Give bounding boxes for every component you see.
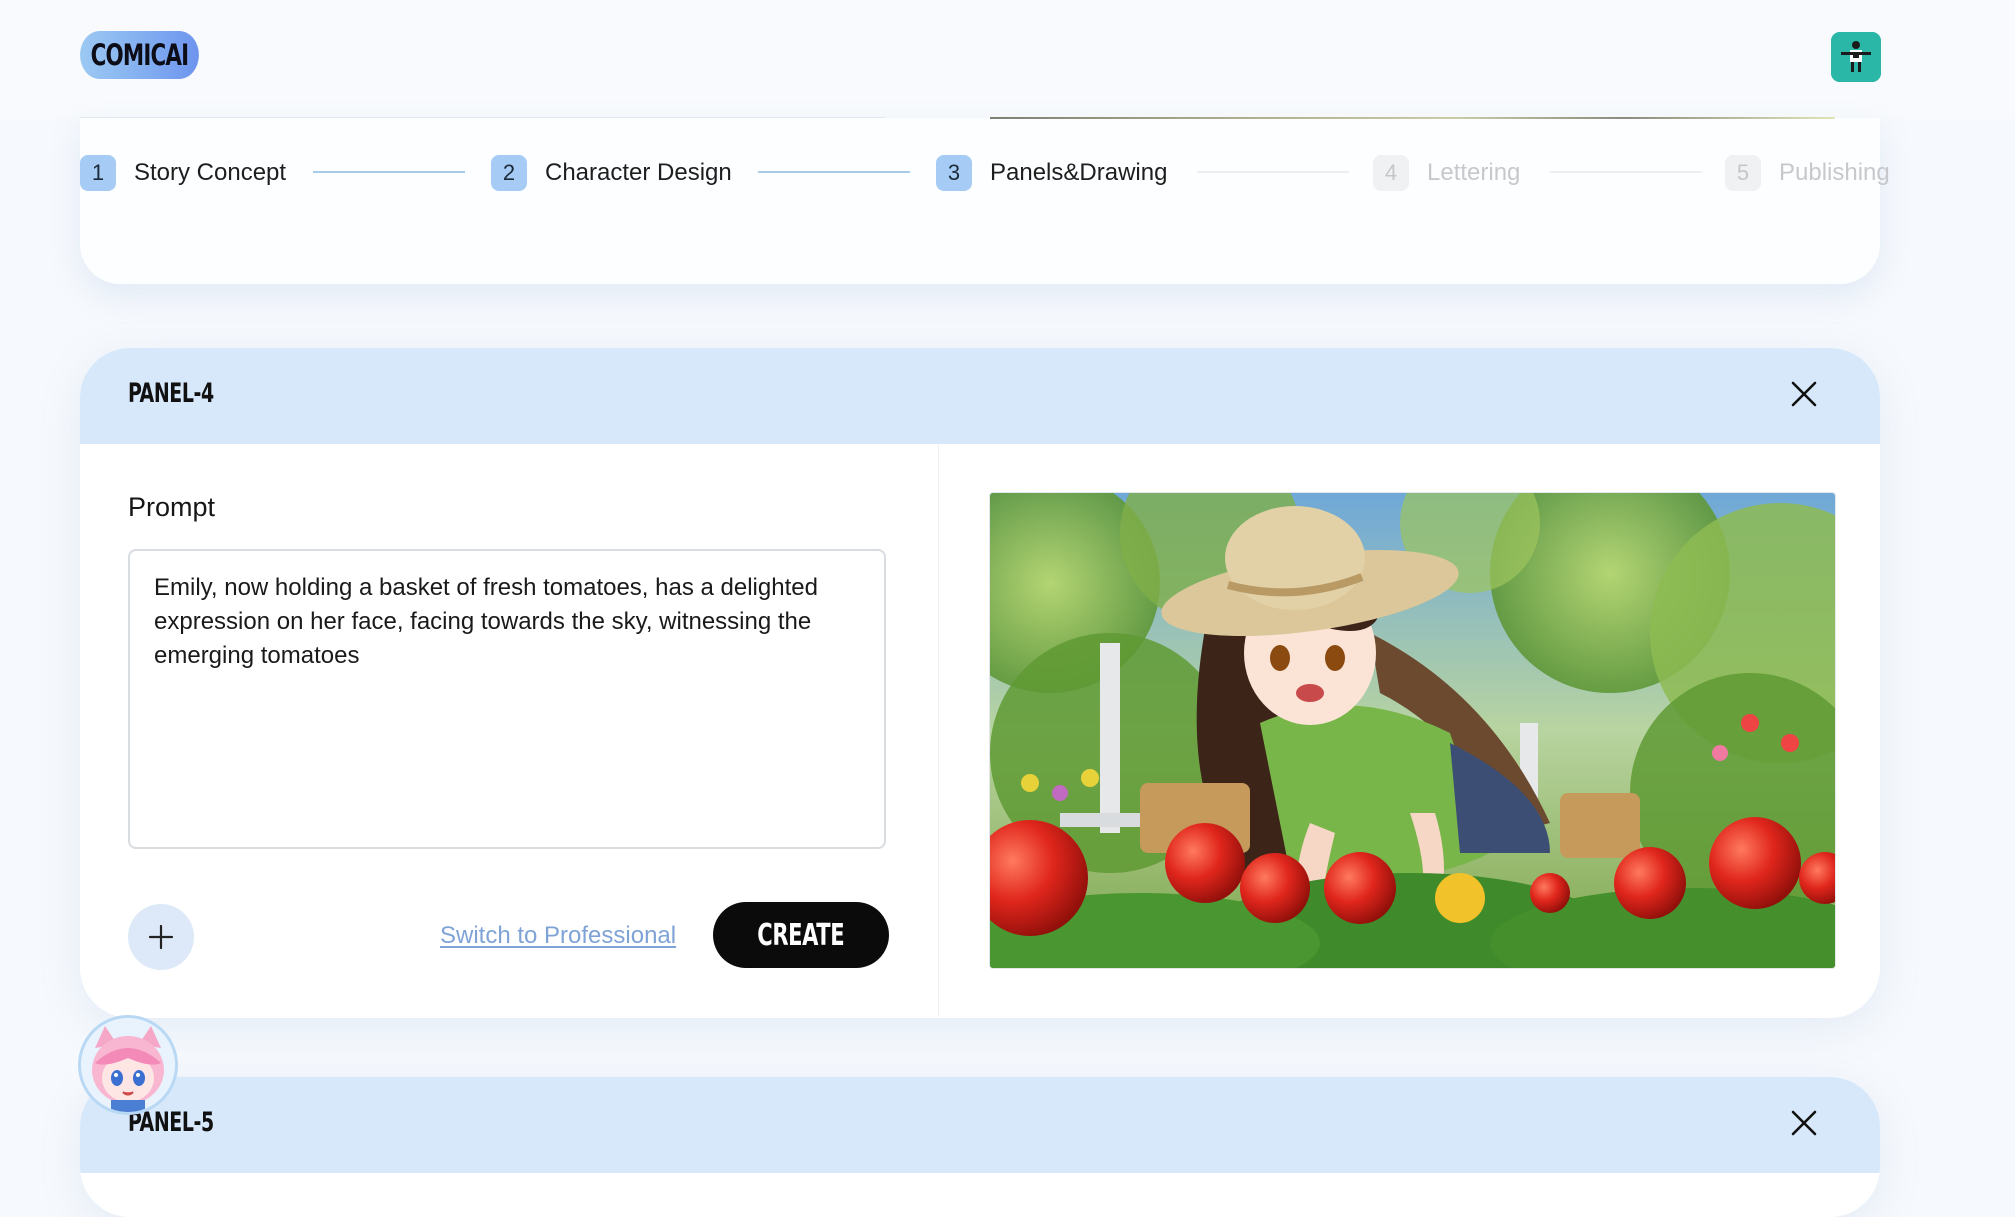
stepper-divider — [80, 117, 885, 118]
panel-generated-image[interactable] — [989, 492, 1836, 969]
step-connector — [1550, 171, 1702, 173]
step-label: Lettering — [1427, 158, 1521, 186]
step-label: Panels&Drawing — [990, 158, 1168, 186]
panel-5-header: PANEL-5 — [80, 1077, 1880, 1173]
switch-to-professional-link[interactable]: Switch to Professional — [440, 922, 676, 950]
step-label: Publishing — [1779, 158, 1890, 186]
step-number: 3 — [936, 154, 972, 191]
plus-icon — [148, 924, 174, 950]
panel-4-card: PANEL-4 Prompt Switch to Professional CR… — [80, 348, 1880, 1018]
step-connector — [1197, 171, 1349, 173]
add-button[interactable] — [128, 904, 194, 970]
step-number: 5 — [1725, 154, 1761, 191]
step-number: 1 — [80, 154, 116, 191]
step-panels-drawing[interactable]: 3 Panels&Drawing — [936, 154, 1167, 191]
prompt-label: Prompt — [128, 492, 216, 522]
panel-divider — [938, 444, 939, 1016]
prompt-textarea[interactable] — [128, 549, 886, 849]
step-number: 2 — [491, 154, 527, 191]
panel-title: PANEL-4 — [128, 378, 214, 409]
step-connector — [758, 171, 910, 173]
mascot-avatar-icon[interactable] — [78, 1015, 178, 1115]
step-connector — [313, 171, 465, 173]
panel-5-card: PANEL-5 — [80, 1077, 1880, 1217]
anime-girl-tomato-garden-illustration — [990, 493, 1835, 968]
create-button[interactable]: CREATE — [713, 902, 889, 968]
close-icon[interactable] — [1784, 374, 1824, 414]
step-label: Character Design — [545, 158, 732, 186]
step-number: 4 — [1373, 154, 1409, 191]
app-logo[interactable]: COMICAI — [80, 31, 199, 79]
step-character-design[interactable]: 2 Character Design — [491, 154, 732, 191]
step-publishing[interactable]: 5 Publishing — [1725, 154, 1890, 191]
step-lettering[interactable]: 4 Lettering — [1373, 154, 1520, 191]
stepper-card — [80, 118, 1880, 284]
close-icon[interactable] — [1784, 1103, 1824, 1143]
stepper-image-edge — [990, 117, 1835, 119]
panel-4-header: PANEL-4 — [80, 348, 1880, 444]
top-bar: COMICAI — [0, 0, 2015, 118]
user-avatar-icon[interactable] — [1831, 32, 1881, 82]
step-label: Story Concept — [134, 158, 287, 186]
step-story-concept[interactable]: 1 Story Concept — [80, 154, 286, 191]
